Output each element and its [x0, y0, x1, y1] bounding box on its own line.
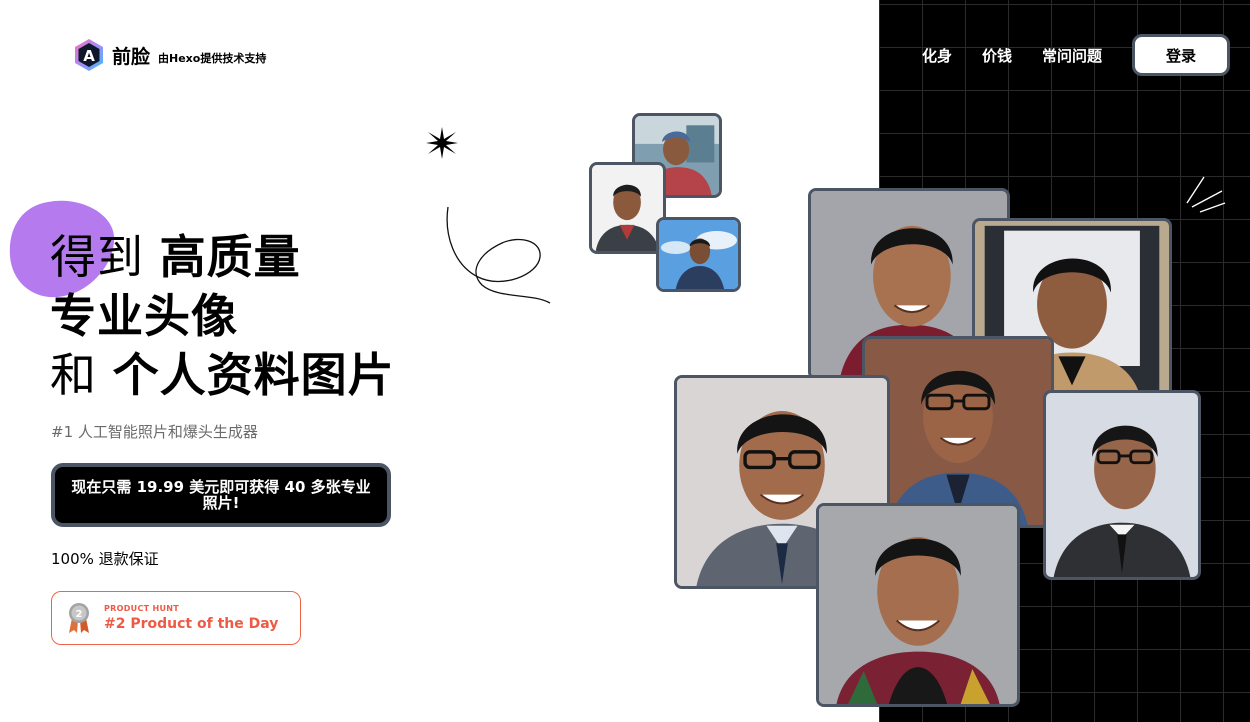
nav-link-avatars[interactable]: 化身	[922, 45, 952, 66]
squiggle-decoration	[446, 206, 551, 304]
logo-mark-icon: A	[75, 39, 103, 71]
svg-text:A: A	[83, 47, 95, 65]
nav-link-pricing[interactable]: 价钱	[982, 45, 1012, 66]
refund-guarantee: 100% 退款保证	[51, 550, 159, 568]
cta-button[interactable]: 现在只需 19.99 美元即可获得 40 多张专业照片!	[51, 463, 391, 527]
hero-subtitle: #1 人工智能照片和爆头生成器	[51, 423, 258, 441]
headline-line-1: 得到 高质量	[50, 230, 301, 284]
headshot-3	[862, 336, 1054, 528]
product-hunt-badge[interactable]: 2 PRODUCT HUNT #2 Product of the Day	[51, 591, 301, 645]
headshot-4	[1043, 390, 1201, 580]
nav-link-faq[interactable]: 常问问题	[1042, 45, 1102, 66]
powered-by-text: 由Hexo提供技术支持	[158, 51, 267, 65]
headshot-6	[816, 503, 1020, 707]
badge-title: #2 Product of the Day	[104, 616, 279, 632]
badge-kicker: PRODUCT HUNT	[104, 604, 180, 613]
casual-photo-2	[589, 162, 666, 254]
hero-headline: 得到 高质量 专业头像 和 个人资料图片	[50, 228, 395, 405]
headline-line-3: 和 个人资料图片	[50, 348, 395, 402]
brand-name: 前脸	[112, 45, 151, 68]
logo[interactable]: A 前脸 由Hexo提供技术支持	[72, 38, 266, 72]
headline-line-2: 专业头像	[50, 289, 238, 343]
top-nav: 化身 价钱 常问问题 登录	[922, 34, 1230, 76]
sparkle-star-icon	[426, 127, 458, 159]
svg-text:2: 2	[76, 609, 83, 620]
casual-photo-3	[656, 217, 741, 292]
login-button[interactable]: 登录	[1132, 34, 1230, 76]
spark-lines-icon	[1186, 176, 1226, 213]
badge-text: PRODUCT HUNT #2 Product of the Day	[104, 604, 278, 632]
medal-icon: 2	[69, 603, 89, 633]
